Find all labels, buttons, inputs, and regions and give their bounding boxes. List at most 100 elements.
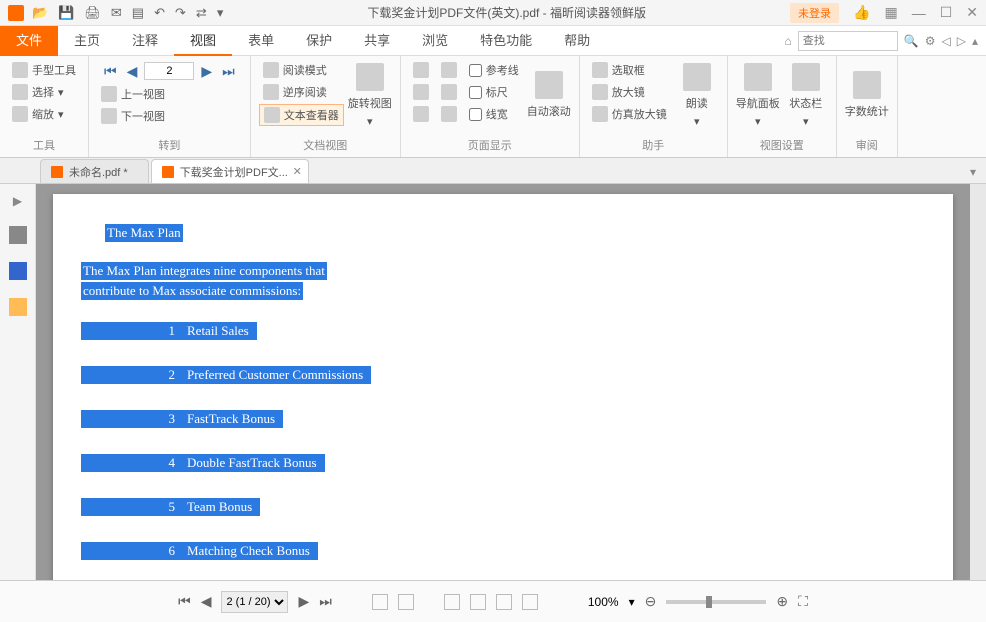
fullscreen-icon[interactable]: ⛶ — [798, 593, 808, 610]
maximize-icon[interactable]: ☐ — [940, 4, 953, 21]
redo-icon[interactable]: ↷ — [175, 5, 186, 21]
rotate-view-button[interactable]: 旋转视图▾ — [348, 60, 392, 130]
doc-list-item[interactable]: 2Preferred Customer Commissions — [81, 366, 925, 384]
zoom-dropdown-icon[interactable]: ▾ — [629, 595, 635, 609]
magnifier-button[interactable]: 仿真放大镜 — [588, 104, 671, 124]
search-input[interactable] — [798, 31, 898, 51]
status-bar-button[interactable]: 状态栏▾ — [784, 60, 828, 130]
nav-back-icon[interactable]: ◁ — [942, 34, 951, 48]
zoom-button[interactable]: 缩放▾ — [8, 104, 80, 124]
like-icon[interactable]: 👍 — [853, 4, 870, 21]
prev-page-icon[interactable]: ◀ — [124, 63, 141, 80]
tabs-menu-icon[interactable]: ▾ — [960, 161, 986, 183]
comments-panel-icon[interactable] — [9, 298, 27, 316]
page-selector[interactable]: 2 (1 / 20) — [221, 591, 288, 613]
next-view-button[interactable]: 下一视图 — [97, 106, 242, 126]
linewidth-button[interactable]: 线宽 — [465, 104, 523, 124]
doc-para-1[interactable]: The Max Plan integrates nine components … — [81, 262, 327, 280]
email-icon[interactable]: ✉ — [111, 5, 122, 21]
print-icon[interactable]: 🖨 — [84, 5, 101, 21]
scan-icon[interactable]: ▤ — [132, 5, 144, 21]
read-aloud-button[interactable]: 朗读▾ — [675, 60, 719, 130]
search-home-icon[interactable]: ⌂ — [785, 34, 792, 48]
layout1-button[interactable] — [409, 60, 433, 80]
zoom-out-button[interactable]: ⊖ — [645, 593, 657, 610]
zoom-thumb[interactable] — [706, 596, 712, 608]
search-icon[interactable]: 🔍 — [904, 34, 919, 48]
next-page-button[interactable]: ▶ — [298, 593, 309, 610]
read-mode-button[interactable]: 阅读模式 — [259, 60, 344, 80]
pages-panel-icon[interactable] — [9, 226, 27, 244]
apps-icon[interactable]: ▦ — [884, 4, 897, 21]
doc-list-item[interactable]: 3FastTrack Bonus — [81, 410, 925, 428]
zoom-slider[interactable] — [666, 600, 766, 604]
nav-panel-button[interactable]: 导航面板▾ — [736, 60, 780, 130]
close-tab-icon[interactable]: ✕ — [293, 165, 302, 178]
hand-tool-button[interactable]: 手型工具 — [8, 60, 80, 80]
select-button[interactable]: 选择▾ — [8, 82, 80, 102]
view-mode-5-icon[interactable] — [496, 594, 512, 610]
convert-icon[interactable]: ⇄ — [196, 5, 207, 21]
last-page-icon[interactable]: ⏭ — [219, 63, 238, 80]
layers-panel-icon[interactable] — [9, 262, 27, 280]
tab-view[interactable]: 视图 — [174, 26, 232, 56]
layout4-button[interactable] — [437, 60, 461, 80]
minimize-icon[interactable]: — — [912, 5, 926, 21]
doc-tab-2[interactable]: 下载奖金计划PDF文...✕ — [151, 159, 309, 183]
doc-title[interactable]: The Max Plan — [105, 224, 183, 242]
view-mode-4-icon[interactable] — [470, 594, 486, 610]
vertical-scrollbar[interactable] — [970, 184, 986, 580]
ruler-button[interactable]: 标尺 — [465, 82, 523, 102]
tab-comment[interactable]: 注释 — [116, 26, 174, 56]
tab-protect[interactable]: 保护 — [290, 26, 348, 56]
login-status[interactable]: 未登录 — [790, 3, 839, 23]
document-canvas[interactable]: The Max Plan The Max Plan integrates nin… — [36, 184, 970, 580]
zoom-in-button[interactable]: ⊕ — [776, 593, 788, 610]
close-icon[interactable]: ✕ — [966, 4, 978, 21]
layout2-button[interactable] — [409, 82, 433, 102]
wordcount-button[interactable]: 字数统计 — [845, 60, 889, 130]
prev-page-button[interactable]: ◀ — [201, 593, 212, 610]
first-page-icon[interactable]: ⏮ — [101, 63, 120, 80]
view-mode-2-icon[interactable] — [398, 594, 414, 610]
reverse-read-button[interactable]: 逆序阅读 — [259, 82, 344, 102]
doc-list-item[interactable]: 1Retail Sales — [81, 322, 925, 340]
next-page-icon[interactable]: ▶ — [198, 63, 215, 80]
gear-icon[interactable]: ⚙ — [925, 34, 936, 48]
layout3-button[interactable] — [409, 104, 433, 124]
doc-tab-1[interactable]: 未命名.pdf * — [40, 159, 149, 183]
page-number-input[interactable] — [144, 62, 194, 80]
tab-home[interactable]: 主页 — [58, 26, 116, 56]
layout5-button[interactable] — [437, 82, 461, 102]
tab-file[interactable]: 文件 — [0, 26, 58, 56]
tab-browse[interactable]: 浏览 — [406, 26, 464, 56]
view-mode-1-icon[interactable] — [372, 594, 388, 610]
last-page-button[interactable]: ⏭ — [319, 593, 332, 610]
expand-panel-icon[interactable]: ▶ — [13, 194, 22, 208]
open-icon[interactable]: 📂 — [32, 5, 48, 21]
layout6-button[interactable] — [437, 104, 461, 124]
text-viewer-button[interactable]: 文本查看器 — [259, 104, 344, 126]
view-mode-3-icon[interactable] — [444, 594, 460, 610]
doc-list-item[interactable]: 5Team Bonus — [81, 498, 925, 516]
save-icon[interactable]: 💾 — [58, 5, 74, 21]
loupe-button[interactable]: 放大镜 — [588, 82, 671, 102]
tab-share[interactable]: 共享 — [348, 26, 406, 56]
refline-checkbox[interactable] — [469, 64, 482, 77]
doc-list-item[interactable]: 6Matching Check Bonus — [81, 542, 925, 560]
marquee-button[interactable]: 选取框 — [588, 60, 671, 80]
tab-help[interactable]: 帮助 — [548, 26, 606, 56]
doc-list-item[interactable]: 4Double FastTrack Bonus — [81, 454, 925, 472]
view-mode-6-icon[interactable] — [522, 594, 538, 610]
tab-form[interactable]: 表单 — [232, 26, 290, 56]
undo-icon[interactable]: ↶ — [154, 5, 165, 21]
autoscroll-button[interactable]: 自动滚动 — [527, 60, 571, 130]
refline-button[interactable]: 参考线 — [465, 60, 523, 80]
ruler-checkbox[interactable] — [469, 86, 482, 99]
first-page-button[interactable]: ⏮ — [178, 593, 191, 610]
prev-view-button[interactable]: 上一视图 — [97, 84, 242, 104]
doc-para-2[interactable]: contribute to Max associate commissions: — [81, 282, 303, 300]
collapse-ribbon-icon[interactable]: ▴ — [972, 34, 978, 48]
lw-checkbox[interactable] — [469, 108, 482, 121]
tab-features[interactable]: 特色功能 — [464, 26, 548, 56]
